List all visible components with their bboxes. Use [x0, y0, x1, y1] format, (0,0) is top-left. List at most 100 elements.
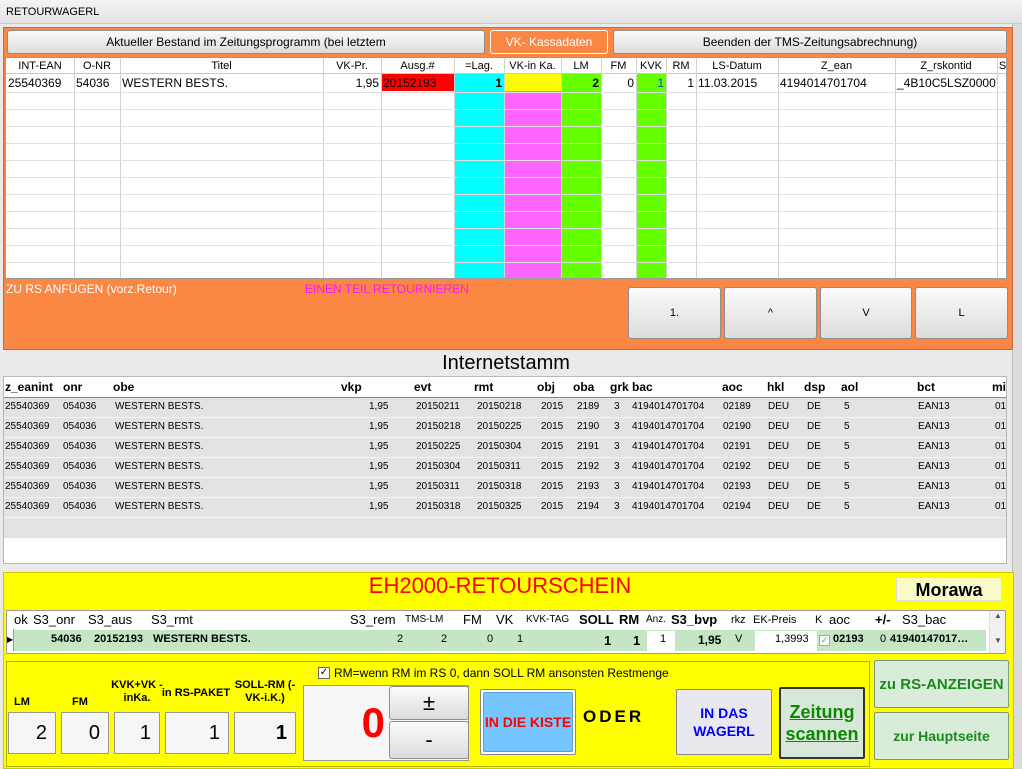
- inet-cell-onr[interactable]: 054036: [63, 441, 96, 452]
- rs-header-tmslm[interactable]: TMS-LM: [405, 614, 443, 625]
- col-header-s[interactable]: S: [997, 58, 1006, 74]
- inet-header-grk[interactable]: grk: [610, 380, 629, 394]
- inet-cell-aoc[interactable]: 02189: [723, 401, 751, 412]
- lm-value[interactable]: 2: [8, 712, 56, 754]
- zu-rs-anzeigen-button[interactable]: zu RS-ANZEIGEN: [874, 660, 1009, 708]
- inet-row[interactable]: 25540369 054036 WESTERN BESTS. 1,95 20150211…: [4, 398, 1006, 418]
- rs-grid[interactable]: ok S3_onr S3_aus S3_rmt S3_rem TMS-LM FM…: [6, 610, 1006, 654]
- cell-onr[interactable]: 54036: [74, 75, 120, 92]
- inet-cell-mi[interactable]: 01: [995, 481, 1006, 492]
- inet-header-oba[interactable]: oba: [573, 380, 594, 394]
- inet-cell-rmt[interactable]: 20150325: [477, 501, 522, 512]
- col-header-vkinka[interactable]: VK-in Ka.: [504, 58, 561, 74]
- einen-teil-label[interactable]: EINEN TEIL RETOURNIEREN: [305, 282, 469, 296]
- nav-first-button[interactable]: 1.: [628, 287, 721, 339]
- col-header-vkpr[interactable]: VK-Pr.: [323, 58, 381, 74]
- inet-cell-aol[interactable]: 5: [844, 421, 850, 432]
- inet-cell-obj[interactable]: 2015: [541, 421, 563, 432]
- col-header-ausg[interactable]: Ausg.#: [381, 58, 454, 74]
- inet-cell-vkp[interactable]: 1,95: [369, 461, 388, 472]
- inet-cell-dsp[interactable]: DE: [807, 481, 821, 492]
- rs-cell-rm[interactable]: 1: [633, 633, 640, 648]
- col-header-lm[interactable]: LM: [561, 58, 601, 74]
- inet-cell-aoc[interactable]: 02190: [723, 421, 751, 432]
- inet-header-evt[interactable]: evt: [414, 380, 431, 394]
- inet-header-obe[interactable]: obe: [113, 380, 134, 394]
- nav-down-button[interactable]: V: [820, 287, 912, 339]
- inet-cell-evt[interactable]: 20150311: [416, 481, 460, 492]
- inet-cell-obj[interactable]: 2015: [541, 481, 563, 492]
- col-header-onr[interactable]: O-NR: [74, 58, 120, 74]
- col-header-titel[interactable]: Titel: [120, 58, 323, 74]
- inet-cell-aol[interactable]: 5: [844, 461, 850, 472]
- rs-cell-rmt[interactable]: WESTERN BESTS.: [153, 633, 251, 645]
- cell-vkinka[interactable]: [504, 75, 561, 92]
- inet-cell-onr[interactable]: 054036: [63, 401, 96, 412]
- inet-cell-grk[interactable]: 3: [614, 441, 620, 452]
- rs-header-k[interactable]: K: [815, 614, 822, 626]
- inet-cell-aoc[interactable]: 02194: [723, 501, 751, 512]
- rm-checkbox-row[interactable]: ✓ RM=wenn RM im RS 0, dann SOLL RM anson…: [318, 666, 669, 680]
- inet-cell-bac[interactable]: 4194014701704: [632, 421, 704, 432]
- inet-cell-obe[interactable]: WESTERN BESTS.: [115, 501, 203, 512]
- rs-header-aoc[interactable]: aoc: [829, 612, 850, 627]
- inet-cell-obj[interactable]: 2015: [541, 401, 563, 412]
- inet-cell-oba[interactable]: 2189: [577, 401, 599, 412]
- inet-cell-grk[interactable]: 3: [614, 501, 620, 512]
- rs-cell-bvp[interactable]: 1,95: [698, 633, 721, 647]
- inet-cell-onr[interactable]: 054036: [63, 501, 96, 512]
- inet-cell-rmt[interactable]: 20150218: [477, 401, 522, 412]
- inet-row[interactable]: 25540369 054036 WESTERN BESTS. 1,95 20150218…: [4, 418, 1006, 438]
- inet-cell-evt[interactable]: 20150218: [416, 421, 461, 432]
- row-selector-icon[interactable]: ▶: [7, 629, 14, 651]
- rs-cell-soll[interactable]: 1: [604, 633, 611, 648]
- cell-zean[interactable]: 4194014701704: [778, 75, 895, 92]
- inet-cell-onr[interactable]: 054036: [63, 481, 96, 492]
- inet-row[interactable]: 25540369 054036 WESTERN BESTS. 1,95 20150304…: [4, 458, 1006, 478]
- rs-header-vk[interactable]: VK: [496, 612, 513, 627]
- col-header-lag[interactable]: =Lag.: [454, 58, 504, 74]
- inet-cell-dsp[interactable]: DE: [807, 461, 821, 472]
- rs-cell-vk[interactable]: 0: [487, 633, 493, 645]
- inet-cell-bct[interactable]: EAN13: [918, 441, 950, 452]
- nav-last-button[interactable]: L: [915, 287, 1008, 339]
- inet-cell-vkp[interactable]: 1,95: [369, 401, 388, 412]
- inet-cell-rmt[interactable]: 20150311: [477, 461, 521, 472]
- internetstamm-grid[interactable]: z_eanint onr obe vkp evt rmt obj oba grk…: [3, 376, 1007, 564]
- inet-cell-zeanint[interactable]: 25540369: [5, 441, 50, 452]
- rs-header-rem[interactable]: S3_rem: [350, 612, 396, 627]
- inet-cell-obe[interactable]: WESTERN BESTS.: [115, 481, 203, 492]
- inet-cell-rmt[interactable]: 20150225: [477, 421, 522, 432]
- inet-row[interactable]: 25540369 054036 WESTERN BESTS. 1,95 20150311…: [4, 478, 1006, 498]
- rs-header-ok[interactable]: ok: [14, 612, 28, 627]
- cell-int-ean[interactable]: 25540369: [6, 75, 74, 92]
- inet-cell-evt[interactable]: 20150211: [416, 401, 460, 412]
- paket-value[interactable]: 1: [165, 712, 229, 754]
- inet-cell-evt[interactable]: 20150318: [416, 501, 461, 512]
- inet-cell-mi[interactable]: 01: [995, 421, 1006, 432]
- inet-cell-zeanint[interactable]: 25540369: [5, 421, 50, 432]
- rs-cell-aus[interactable]: 20152193: [94, 633, 143, 645]
- zu-rs-anfuegen-label[interactable]: ZU RS ANFÜGEN (vorz.Retour): [6, 282, 177, 296]
- kvkvk-value[interactable]: 1: [114, 712, 160, 754]
- cell-fm[interactable]: 0: [601, 75, 636, 92]
- inet-cell-bct[interactable]: EAN13: [918, 501, 950, 512]
- scroll-up-icon[interactable]: ▲: [990, 611, 1005, 620]
- rs-header-bvp[interactable]: S3_bvp: [671, 612, 717, 627]
- inet-row[interactable]: 25540369 054036 WESTERN BESTS. 1,95 20150318…: [4, 498, 1006, 518]
- zeitung-scannen-button[interactable]: Zeitung scannen: [779, 687, 865, 759]
- inet-header-aol[interactable]: aol: [841, 380, 858, 394]
- inet-cell-obe[interactable]: WESTERN BESTS.: [115, 461, 203, 472]
- inet-cell-oba[interactable]: 2191: [577, 441, 599, 452]
- rs-cell-fm[interactable]: 2: [441, 633, 447, 645]
- inet-cell-oba[interactable]: 2193: [577, 481, 599, 492]
- inet-header-aoc[interactable]: aoc: [722, 380, 743, 394]
- rs-cell-onr[interactable]: 54036: [51, 633, 82, 645]
- rs-cell-pm[interactable]: 0: [880, 633, 886, 645]
- rs-header-bac[interactable]: S3_bac: [902, 612, 946, 627]
- rs-scrollbar[interactable]: ▲ ▼: [989, 611, 1005, 653]
- rs-cell-ekpreis[interactable]: 1,3993: [775, 633, 809, 645]
- inet-cell-zeanint[interactable]: 25540369: [5, 481, 50, 492]
- inet-cell-bct[interactable]: EAN13: [918, 421, 950, 432]
- inet-cell-bac[interactable]: 4194014701704: [632, 481, 704, 492]
